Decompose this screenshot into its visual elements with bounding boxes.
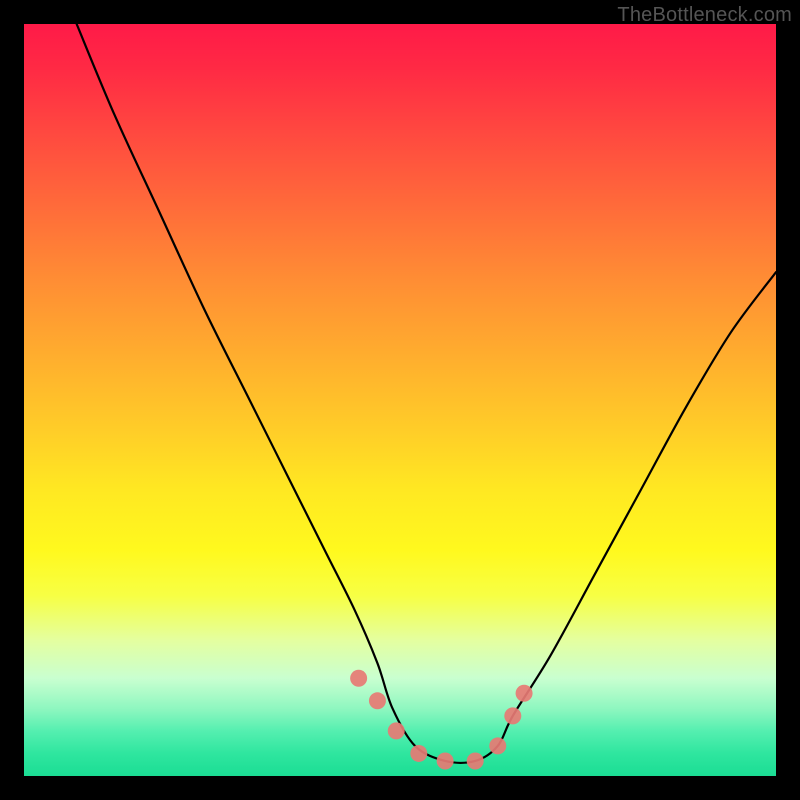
bottleneck-curve-svg <box>24 24 776 776</box>
marker-dot <box>350 670 367 687</box>
curve-marker-dots <box>350 670 532 770</box>
chart-frame: TheBottleneck.com <box>0 0 800 800</box>
marker-dot <box>504 707 521 724</box>
watermark-text: TheBottleneck.com <box>617 4 792 27</box>
marker-dot <box>437 752 454 769</box>
marker-dot <box>489 737 506 754</box>
marker-dot <box>516 685 533 702</box>
marker-dot <box>388 722 405 739</box>
plot-area <box>24 24 776 776</box>
marker-dot <box>410 745 427 762</box>
marker-dot <box>369 692 386 709</box>
bottleneck-curve-path <box>77 24 776 763</box>
marker-dot <box>467 752 484 769</box>
